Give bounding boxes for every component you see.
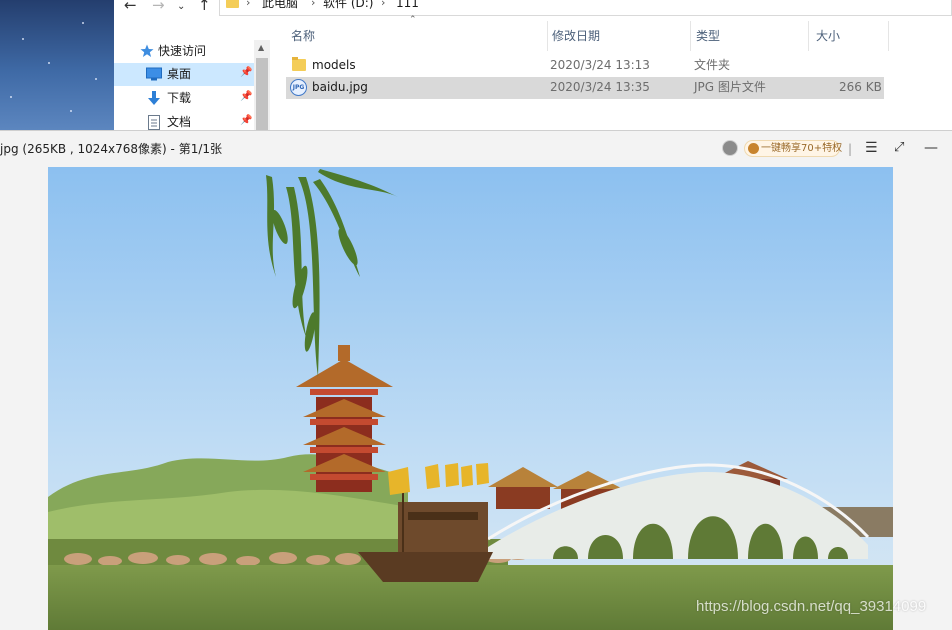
- image-viewer-window: jpg (265KB , 1024x768像素) - 第1/1张 一键畅享70+…: [0, 130, 952, 630]
- forward-arrow-icon[interactable]: →: [152, 0, 165, 14]
- column-divider[interactable]: [888, 21, 889, 51]
- breadcrumb-separator-icon[interactable]: ›: [246, 0, 250, 10]
- column-header-date[interactable]: 修改日期: [552, 27, 600, 49]
- desktop-icon: [146, 67, 162, 81]
- breadcrumb-separator-icon[interactable]: ›: [311, 0, 315, 10]
- file-date: 2020/3/24 13:35: [550, 80, 650, 94]
- hamburger-menu-icon[interactable]: ☰: [865, 140, 878, 156]
- nav-item-quick-access[interactable]: 快速访问: [114, 40, 254, 63]
- column-header-size[interactable]: 大小: [816, 27, 840, 49]
- nav-item-label: 桌面: [167, 67, 192, 81]
- breadcrumb-separator-icon[interactable]: ›: [381, 0, 385, 10]
- file-name: baidu.jpg: [312, 80, 368, 94]
- desktop-wallpaper: [0, 0, 114, 130]
- nav-pane-scrollbar[interactable]: ▲: [254, 40, 270, 130]
- star-icon: [140, 44, 154, 57]
- nav-item-downloads[interactable]: 下载 📌: [114, 87, 254, 110]
- breadcrumb-folder-111[interactable]: 111: [396, 0, 419, 10]
- file-date: 2020/3/24 13:13: [550, 58, 650, 72]
- breadcrumb-this-pc[interactable]: 此电脑: [262, 0, 298, 10]
- file-type: 文件夹: [694, 58, 731, 72]
- nav-item-documents[interactable]: 文档 📌: [114, 111, 254, 130]
- vip-promo-label: 一键畅享70+特权: [761, 143, 843, 154]
- vip-promo-button[interactable]: 一键畅享70+特权: [744, 140, 843, 157]
- pin-icon[interactable]: 📌: [240, 115, 252, 126]
- folder-icon: [292, 57, 306, 71]
- file-name: models: [312, 58, 356, 72]
- avatar[interactable]: [722, 140, 738, 156]
- nav-item-label: 快速访问: [158, 44, 207, 58]
- file-type: JPG 图片文件: [694, 80, 766, 94]
- file-row-baidu-jpg[interactable]: JPG baidu.jpg 2020/3/24 13:35 JPG 图片文件 2…: [286, 77, 884, 99]
- minimize-icon[interactable]: —: [924, 140, 938, 156]
- address-bar[interactable]: › 此电脑 › 软件 (D:) › 111: [219, 0, 952, 16]
- up-arrow-icon[interactable]: ↑: [198, 0, 211, 14]
- address-toolbar: ← → ⌄ ↑ › 此电脑 › 软件 (D:) › 111: [114, 0, 952, 17]
- back-arrow-icon[interactable]: ←: [124, 0, 137, 14]
- sort-ascending-icon: ⌃: [409, 15, 417, 25]
- column-divider[interactable]: [808, 21, 809, 51]
- scrollbar-thumb[interactable]: [256, 58, 268, 130]
- download-arrow-icon: [148, 91, 160, 105]
- pin-icon[interactable]: 📌: [240, 67, 252, 78]
- jpg-file-icon: JPG: [290, 79, 307, 96]
- column-divider[interactable]: [547, 21, 548, 51]
- recent-locations-chevron-icon[interactable]: ⌄: [177, 0, 185, 16]
- vip-badge-icon: [748, 143, 759, 154]
- breadcrumb-drive-d[interactable]: 软件 (D:): [323, 0, 373, 10]
- viewer-title: jpg (265KB , 1024x768像素) - 第1/1张: [0, 142, 223, 156]
- file-explorer-window: ← → ⌄ ↑ › 此电脑 › 软件 (D:) › 111 快速访问 桌面 📌 …: [114, 0, 952, 130]
- column-divider[interactable]: [690, 21, 691, 51]
- file-size: 266 KB: [839, 80, 882, 94]
- column-header-name[interactable]: 名称: [291, 27, 315, 49]
- file-list-pane: ⌃ 名称 修改日期 类型 大小 models 2020/3/24 13:13 文…: [270, 15, 952, 130]
- nav-item-desktop[interactable]: 桌面 📌: [114, 63, 254, 86]
- toolbar-separator: |: [848, 142, 853, 156]
- document-icon: [148, 115, 160, 130]
- fullscreen-icon[interactable]: ⤢: [894, 140, 904, 156]
- displayed-photo: [48, 167, 893, 630]
- pin-icon[interactable]: 📌: [240, 91, 252, 102]
- nav-item-label: 文档: [167, 115, 192, 129]
- csdn-watermark: https://blog.csdn.net/qq_39314099: [696, 598, 927, 615]
- viewer-toolbar: 一键畅享70+特权 | ☰ ⤢ —: [722, 139, 952, 161]
- scroll-up-icon[interactable]: ▲: [258, 43, 264, 52]
- folder-icon: [226, 0, 239, 8]
- nav-item-label: 下载: [167, 91, 192, 105]
- file-row-models[interactable]: models 2020/3/24 13:13 文件夹: [286, 55, 886, 77]
- navigation-pane: 快速访问 桌面 📌 下载 📌 文档 📌 ▲: [114, 17, 270, 130]
- column-header-type[interactable]: 类型: [696, 27, 720, 49]
